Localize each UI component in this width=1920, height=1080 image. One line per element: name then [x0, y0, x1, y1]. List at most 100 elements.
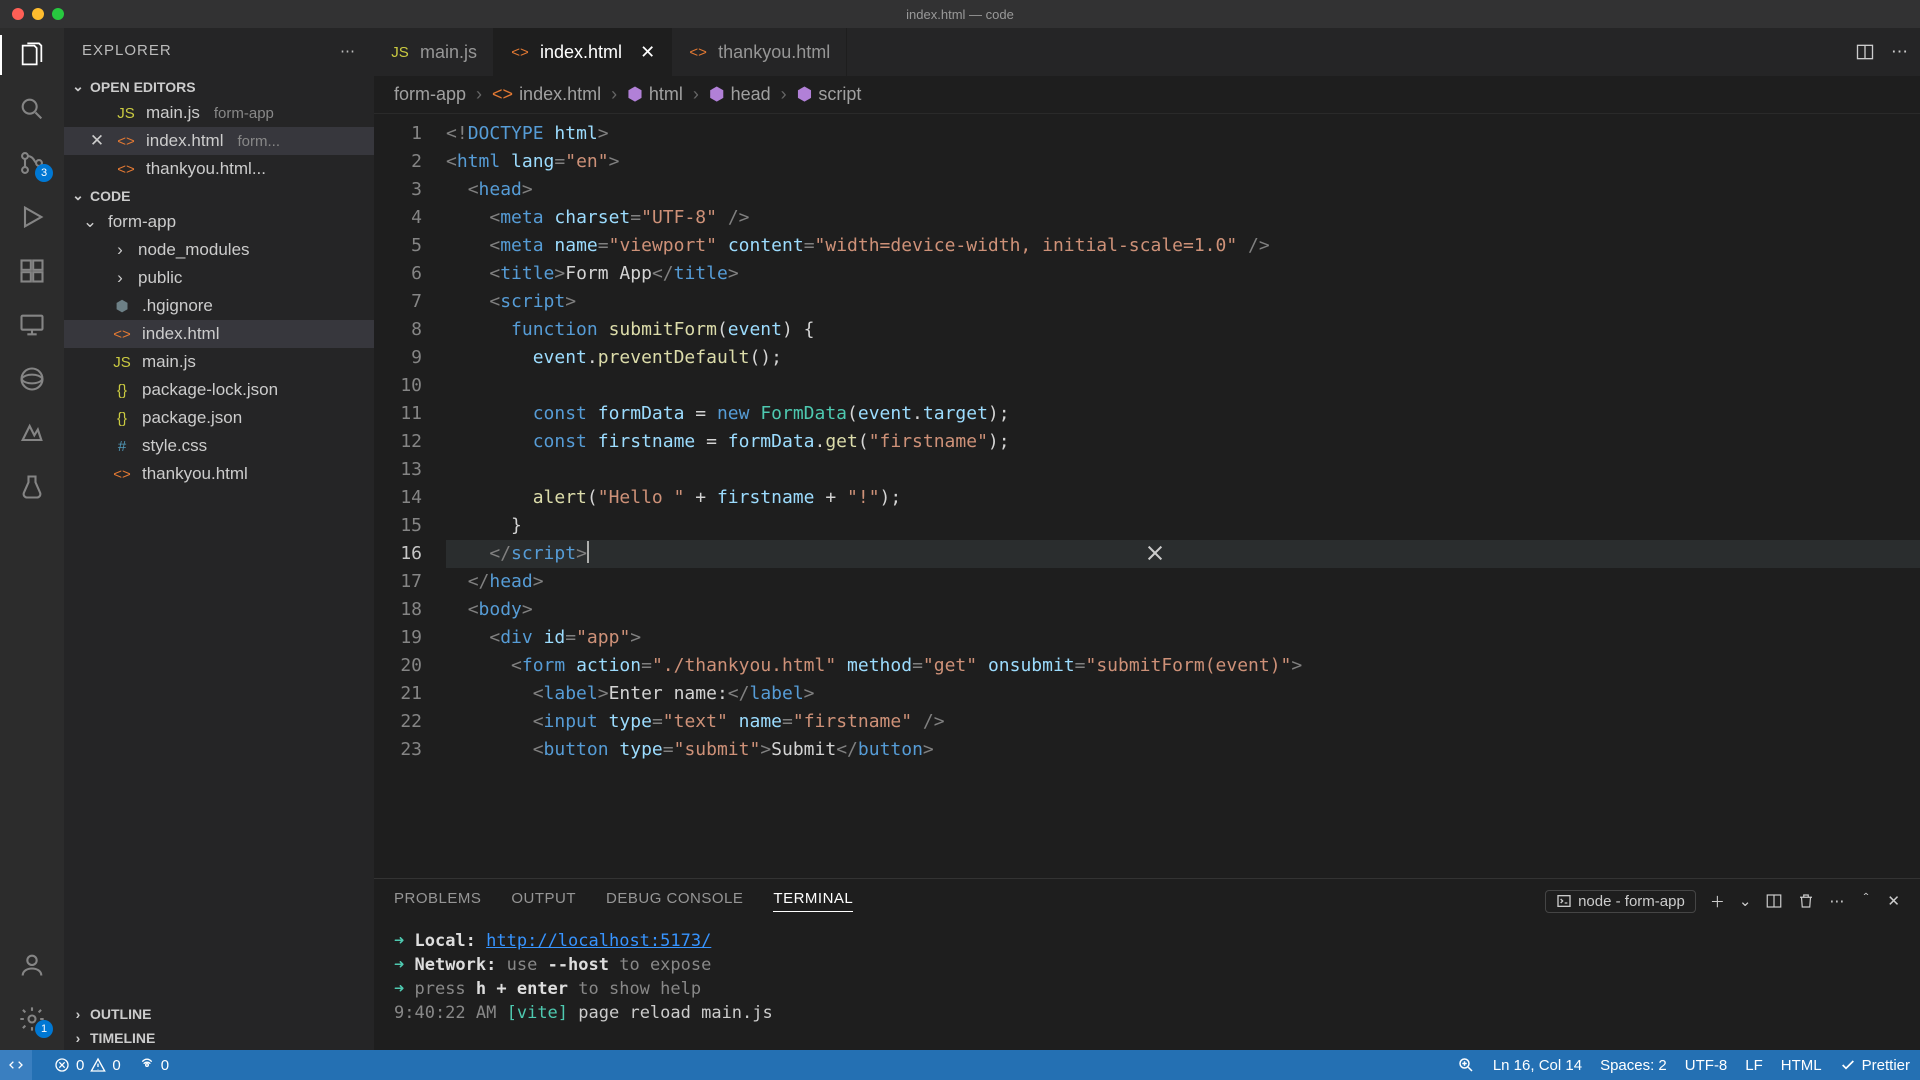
- tree-item[interactable]: <>thankyou.html: [64, 460, 374, 488]
- explorer-icon[interactable]: [17, 40, 47, 70]
- tree-item[interactable]: #style.css: [64, 432, 374, 460]
- code-line[interactable]: event.preventDefault();: [446, 344, 1920, 372]
- code-line[interactable]: </head>: [446, 568, 1920, 596]
- window-close-button[interactable]: [12, 8, 24, 20]
- tree-item[interactable]: ⬢.hgignore: [64, 292, 374, 320]
- breadcrumb-item[interactable]: ⬢script: [797, 84, 862, 105]
- panel-tab[interactable]: OUTPUT: [511, 890, 576, 912]
- open-editor-item[interactable]: ✕<>index.htmlform...: [64, 127, 374, 155]
- close-editor-icon[interactable]: ✕: [88, 131, 106, 151]
- panel-tab[interactable]: DEBUG CONSOLE: [606, 890, 743, 912]
- formatter-status[interactable]: Prettier: [1840, 1057, 1910, 1074]
- tree-item[interactable]: <>index.html: [64, 320, 374, 348]
- ports-status[interactable]: 0: [139, 1057, 169, 1074]
- code-line[interactable]: <div id="app">: [446, 624, 1920, 652]
- panel-more-icon[interactable]: ⋯: [1829, 892, 1844, 910]
- open-editor-item[interactable]: <>thankyou.html...: [64, 155, 374, 183]
- extensions-icon[interactable]: [17, 256, 47, 286]
- close-tab-icon[interactable]: ✕: [640, 42, 655, 63]
- indentation-status[interactable]: Spaces: 2: [1600, 1057, 1667, 1074]
- test-icon[interactable]: [17, 472, 47, 502]
- terminal-local-url[interactable]: http://localhost:5173/: [486, 931, 711, 951]
- language-status[interactable]: HTML: [1781, 1057, 1822, 1074]
- code-line[interactable]: <form action="./thankyou.html" method="g…: [446, 652, 1920, 680]
- tree-item-label: node_modules: [138, 240, 250, 260]
- code-editor[interactable]: 1234567891011121314151617181920212223 <!…: [374, 114, 1920, 878]
- search-icon[interactable]: [17, 94, 47, 124]
- code-line[interactable]: </script>: [446, 540, 1920, 568]
- breadcrumb-item[interactable]: form-app: [394, 84, 466, 105]
- breadcrumb-label: html: [649, 84, 683, 105]
- close-panel-icon[interactable]: ✕: [1887, 892, 1900, 910]
- workspace-header[interactable]: ⌄ CODE: [64, 183, 374, 208]
- editor-tab[interactable]: <>index.html✕: [494, 28, 672, 76]
- code-line[interactable]: const firstname = formData.get("firstnam…: [446, 428, 1920, 456]
- code-line[interactable]: function submitForm(event) {: [446, 316, 1920, 344]
- code-line[interactable]: }: [446, 512, 1920, 540]
- run-debug-icon[interactable]: [17, 202, 47, 232]
- source-control-icon[interactable]: 3: [17, 148, 47, 178]
- code-line[interactable]: alert("Hello " + firstname + "!");: [446, 484, 1920, 512]
- open-editor-item[interactable]: JSmain.jsform-app: [64, 99, 374, 127]
- editor-tab[interactable]: JSmain.js: [374, 28, 494, 76]
- code-line[interactable]: <label>Enter name:</label>: [446, 680, 1920, 708]
- split-editor-icon[interactable]: [1855, 42, 1875, 62]
- open-editors-header[interactable]: ⌄ OPEN EDITORS: [64, 74, 374, 99]
- code-line[interactable]: <script>: [446, 288, 1920, 316]
- kill-terminal-icon[interactable]: [1797, 892, 1815, 910]
- code-line[interactable]: [446, 372, 1920, 400]
- eol-status[interactable]: LF: [1745, 1057, 1763, 1074]
- account-icon[interactable]: [17, 950, 47, 980]
- tree-item[interactable]: {}package.json: [64, 404, 374, 432]
- edge-tools-icon[interactable]: [17, 364, 47, 394]
- code-line[interactable]: <meta name="viewport" content="width=dev…: [446, 232, 1920, 260]
- tree-item[interactable]: ›node_modules: [64, 236, 374, 264]
- maximize-panel-icon[interactable]: ＾: [1858, 891, 1873, 912]
- code-line[interactable]: const formData = new FormData(event.targ…: [446, 400, 1920, 428]
- editor-tab[interactable]: <>thankyou.html: [672, 28, 847, 76]
- breadcrumb-item[interactable]: ⬢html: [627, 84, 683, 105]
- window-maximize-button[interactable]: [52, 8, 64, 20]
- ports-count: 0: [161, 1057, 169, 1074]
- remote-explorer-icon[interactable]: [17, 310, 47, 340]
- panel-tab[interactable]: TERMINAL: [773, 890, 853, 912]
- code-line[interactable]: <html lang="en">: [446, 148, 1920, 176]
- remote-indicator[interactable]: [0, 1050, 32, 1080]
- code-line[interactable]: [446, 456, 1920, 484]
- code-line[interactable]: <title>Form App</title>: [446, 260, 1920, 288]
- zoom-icon[interactable]: [1457, 1056, 1475, 1074]
- tree-item[interactable]: ›public: [64, 264, 374, 292]
- terminal-picker[interactable]: node - form-app: [1545, 890, 1696, 913]
- tree-item[interactable]: {}package-lock.json: [64, 376, 374, 404]
- terminal-picker-label: node - form-app: [1578, 893, 1685, 910]
- code-line[interactable]: <body>: [446, 596, 1920, 624]
- breadcrumb-item[interactable]: <>index.html: [492, 84, 601, 105]
- outline-header[interactable]: › OUTLINE: [64, 1002, 374, 1026]
- sidebar-more-icon[interactable]: ⋯: [340, 42, 356, 60]
- breadcrumb-item[interactable]: ⬢head: [709, 84, 771, 105]
- settings-icon[interactable]: 1: [17, 1004, 47, 1034]
- code-line[interactable]: <meta charset="UTF-8" />: [446, 204, 1920, 232]
- terminal-dropdown-icon[interactable]: ⌄: [1739, 892, 1752, 910]
- breadcrumbs[interactable]: form-app›<>index.html›⬢html›⬢head›⬢scrip…: [374, 76, 1920, 114]
- problems-status[interactable]: 0 0: [54, 1057, 121, 1074]
- tree-item[interactable]: JSmain.js: [64, 348, 374, 376]
- code-line[interactable]: <button type="submit">Submit</button>: [446, 736, 1920, 764]
- extra-tool-icon[interactable]: [17, 418, 47, 448]
- window-minimize-button[interactable]: [32, 8, 44, 20]
- terminal-output[interactable]: ➜ Local: http://localhost:5173/ ➜ Networ…: [374, 923, 1920, 1050]
- code-content[interactable]: <!DOCTYPE html><html lang="en"> <head> <…: [446, 114, 1920, 878]
- new-terminal-icon[interactable]: ＋: [1710, 891, 1725, 912]
- cursor-position[interactable]: Ln 16, Col 14: [1493, 1057, 1582, 1074]
- code-line[interactable]: <head>: [446, 176, 1920, 204]
- code-line[interactable]: <input type="text" name="firstname" />: [446, 708, 1920, 736]
- tree-root[interactable]: ⌄ form-app: [64, 208, 374, 236]
- split-terminal-icon[interactable]: [1765, 892, 1783, 910]
- line-number: 15: [374, 512, 422, 540]
- more-actions-icon[interactable]: ⋯: [1891, 42, 1908, 62]
- panel-tab[interactable]: PROBLEMS: [394, 890, 481, 912]
- line-number: 3: [374, 176, 422, 204]
- timeline-header[interactable]: › TIMELINE: [64, 1026, 374, 1050]
- encoding-status[interactable]: UTF-8: [1685, 1057, 1728, 1074]
- code-line[interactable]: <!DOCTYPE html>: [446, 120, 1920, 148]
